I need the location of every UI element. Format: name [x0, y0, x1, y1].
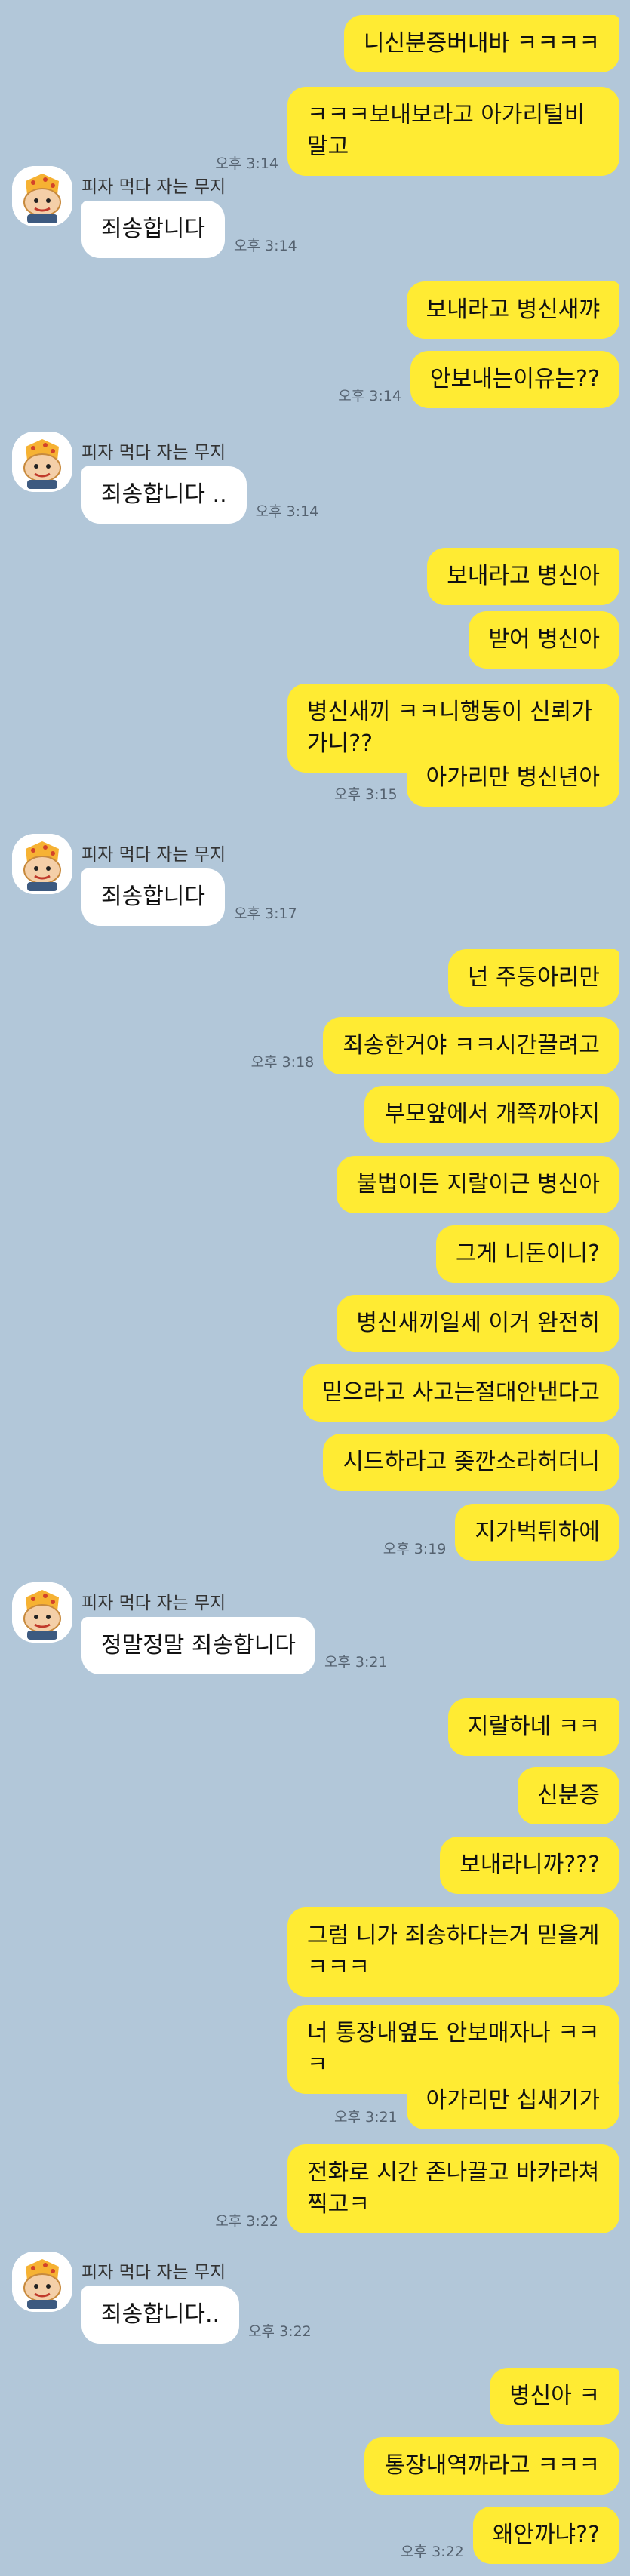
sent-message[interactable]: 지랄하네 ㅋㅋ	[439, 1698, 619, 1756]
sent-bubble: 통장내역까라고 ㅋㅋㅋ	[364, 2437, 619, 2495]
sent-message[interactable]: 병신새끼일세 이거 완전히	[327, 1295, 619, 1352]
sent-message[interactable]: 아가리만 십새기가 오후 3:21	[334, 2072, 619, 2129]
muzi-pizza-avatar-icon[interactable]	[12, 432, 72, 492]
received-message[interactable]: 죄송합니다.. 오후 3:22	[81, 2286, 312, 2344]
sent-message[interactable]: 받어 병신아	[459, 611, 619, 669]
sent-bubble: 시드하라고 좆깐소라허더니	[323, 1434, 619, 1491]
sent-bubble: 믿으라고 사고는절대안낸다고	[302, 1364, 619, 1422]
received-bubble: 죄송합니다..	[81, 2286, 240, 2344]
sender-name: 피자 먹다 자는 무지	[81, 845, 226, 865]
sender-name: 피자 먹다 자는 무지	[81, 443, 226, 463]
muzi-pizza-avatar-icon[interactable]	[12, 166, 72, 226]
received-bubble: 정말정말 죄송합니다	[81, 1617, 315, 1674]
received-message[interactable]: 죄송합니다 .. 오후 3:14	[81, 466, 318, 524]
sent-bubble: 그럼 니가 죄송하다는거 믿을게 ㅋㅋㅋ	[287, 1907, 619, 1997]
received-message[interactable]: 죄송합니다 오후 3:17	[81, 868, 297, 926]
chat-area[interactable]: 니신분증버내바 ㅋㅋㅋㅋ ㅋㅋㅋ보내보라고 아가리털비말고 오후 3:14 피자…	[0, 0, 630, 2576]
sent-message[interactable]: 시드하라고 좆깐소라허더니	[314, 1434, 619, 1491]
received-message[interactable]: 정말정말 죄송합니다 오후 3:21	[81, 1617, 388, 1674]
sent-message[interactable]: 전화로 시간 존나끌고 바카라쳐찍고ㅋ 오후 3:22	[215, 2144, 619, 2233]
sent-bubble: 신분증	[518, 1767, 619, 1824]
sent-message[interactable]: 죄송한거야 ㅋㅋ시간끌려고 오후 3:18	[251, 1017, 619, 1074]
sent-bubble: 전화로 시간 존나끌고 바카라쳐찍고ㅋ	[287, 2144, 619, 2233]
sent-bubble: 넌 주둥아리만	[447, 949, 619, 1007]
message-time: 오후 3:14	[215, 155, 278, 172]
sent-bubble: 보내라고 병신아	[427, 548, 619, 605]
message-time: 오후 3:22	[401, 2544, 464, 2560]
sent-message[interactable]: 신분증	[509, 1767, 619, 1824]
received-message[interactable]: 죄송합니다 오후 3:14	[81, 201, 297, 258]
sent-bubble: 부모앞에서 개쪽까야지	[364, 1086, 619, 1143]
sender-name: 피자 먹다 자는 무지	[81, 1594, 226, 1613]
sent-bubble: 병신새끼일세 이거 완전히	[337, 1295, 619, 1352]
muzi-pizza-avatar-icon[interactable]	[12, 1582, 72, 1643]
sent-bubble: 보내라고 병신새꺄	[406, 281, 619, 339]
sent-message[interactable]: 병신아 ㅋ	[481, 2368, 619, 2425]
message-time: 오후 3:22	[248, 2323, 312, 2340]
sent-message[interactable]: 보내라고 병신아	[418, 548, 619, 605]
message-time: 오후 3:15	[333, 786, 398, 803]
sent-message[interactable]: 아가리만 병신년아 오후 3:15	[334, 749, 619, 807]
message-time: 오후 3:14	[255, 503, 319, 520]
sent-message[interactable]: 그럼 니가 죄송하다는거 믿을게 ㅋㅋㅋ	[278, 1907, 619, 1997]
sent-bubble: 니신분증버내바 ㅋㅋㅋㅋ	[343, 15, 619, 72]
sent-message[interactable]: 넌 주둥아리만	[439, 949, 619, 1007]
message-time: 오후 3:17	[234, 905, 297, 922]
sender-name: 피자 먹다 자는 무지	[81, 2263, 226, 2282]
sent-message[interactable]: 불법이든 지랄이근 병신아	[327, 1156, 619, 1213]
sent-message[interactable]: 보내라고 병신새꺄	[398, 281, 619, 339]
sent-message[interactable]: 그게 니돈이니?	[427, 1225, 619, 1283]
sent-message[interactable]: 통장내역까라고 ㅋㅋㅋ	[355, 2437, 619, 2495]
message-time: 오후 3:19	[383, 1541, 447, 1557]
sent-message[interactable]: 안보내는이유는?? 오후 3:14	[338, 351, 619, 408]
sent-bubble: 안보내는이유는??	[410, 351, 619, 408]
sent-bubble: 아가리만 십새기가	[406, 2072, 619, 2129]
message-time: 오후 3:14	[234, 238, 297, 254]
sent-message[interactable]: ㅋㅋㅋ보내보라고 아가리털비말고 오후 3:14	[215, 87, 619, 176]
sent-bubble: 왜안까냐??	[472, 2507, 619, 2564]
muzi-pizza-avatar-icon[interactable]	[12, 834, 72, 894]
sender-name: 피자 먹다 자는 무지	[81, 177, 226, 197]
message-time: 오후 3:21	[324, 1654, 388, 1671]
received-bubble: 죄송합니다	[81, 868, 225, 926]
received-bubble: 죄송합니다 ..	[81, 466, 247, 524]
received-bubble: 죄송합니다	[81, 201, 225, 258]
sent-bubble: 그게 니돈이니?	[435, 1225, 619, 1283]
message-time: 오후 3:14	[338, 388, 401, 404]
sent-bubble: ㅋㅋㅋ보내보라고 아가리털비말고	[287, 87, 619, 176]
sent-message[interactable]: 부모앞에서 개쪽까야지	[355, 1086, 619, 1143]
sent-bubble: 받어 병신아	[469, 611, 619, 669]
sent-bubble: 병신아 ㅋ	[490, 2368, 619, 2425]
message-time: 오후 3:22	[215, 2213, 278, 2230]
message-time: 오후 3:21	[333, 2109, 398, 2126]
sent-bubble: 보내라니까???	[440, 1837, 619, 1894]
sent-message[interactable]: 믿으라고 사고는절대안낸다고	[293, 1364, 619, 1422]
muzi-pizza-avatar-icon[interactable]	[12, 2252, 72, 2312]
sent-bubble: 지가벅튀하에	[455, 1504, 619, 1561]
sent-bubble: 아가리만 병신년아	[406, 749, 619, 807]
sent-message[interactable]: 니신분증버내바 ㅋㅋㅋㅋ	[335, 15, 619, 72]
sent-message[interactable]: 왜안까냐?? 오후 3:22	[401, 2507, 619, 2564]
sent-bubble: 불법이든 지랄이근 병신아	[337, 1156, 619, 1213]
sent-bubble: 지랄하네 ㅋㅋ	[447, 1698, 619, 1756]
sent-message[interactable]: 보내라니까???	[431, 1837, 619, 1894]
sent-bubble: 죄송한거야 ㅋㅋ시간끌려고	[323, 1017, 619, 1074]
sent-message[interactable]: 지가벅튀하에 오후 3:19	[383, 1504, 619, 1561]
message-time: 오후 3:18	[250, 1054, 315, 1071]
